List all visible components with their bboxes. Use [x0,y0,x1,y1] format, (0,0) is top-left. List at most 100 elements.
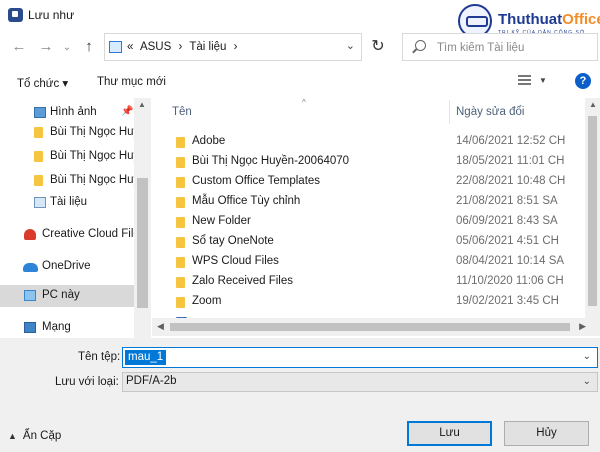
recent-locations-chevron-icon[interactable]: ⌄ [58,39,76,57]
navigation-pane: Hình ảnh 📌 Bùi Thị Ngọc Huyền Bùi Thị Ng… [0,98,152,338]
file-date: 18/05/2021 11:01 CH [456,155,565,167]
nav-item-label: PC này [42,289,80,301]
column-header-name[interactable]: Tên [172,106,192,118]
help-icon[interactable]: ? [575,73,591,89]
search-input[interactable] [437,39,587,56]
file-name: New Folder [192,215,251,227]
file-name: Zalo Received Files [192,275,293,287]
scrollbar-thumb[interactable] [137,178,148,308]
nav-item-label: OneDrive [42,260,91,272]
nav-item-label: Bùi Thị Ngọc Huyền [50,126,134,138]
view-options-icon[interactable] [518,75,531,87]
breadcrumb-overflow[interactable]: « [127,41,133,53]
scroll-right-icon[interactable]: ▶ [579,321,586,332]
forward-arrow-icon[interactable]: → [37,38,55,56]
scrollbar-thumb[interactable] [588,116,597,306]
file-row[interactable]: WPS Cloud Files 08/04/2021 10:14 SA [166,252,572,272]
breadcrumb-asus[interactable]: ASUS [140,41,171,53]
save-as-type-select[interactable]: PDF/A-2b ⌄ [122,372,598,392]
folder-icon [176,237,185,248]
filename-dropdown-icon[interactable]: ⌄ [583,351,591,362]
column-header-date-modified[interactable]: Ngày sửa đổi [456,106,524,118]
file-name: Custom Office Templates [192,175,321,187]
file-row[interactable]: Zoom 19/02/2021 3:45 CH [166,292,572,312]
breadcrumb: « ASUS › Tài liệu › [127,41,241,53]
back-arrow-icon[interactable]: ← [10,38,28,56]
document-icon [34,197,46,208]
file-list-horizontal-scrollbar[interactable]: ◀ ▶ [152,318,600,336]
column-divider[interactable] [449,100,450,124]
nav-item-label: Tài liệu [50,196,88,208]
file-row[interactable]: Custom Office Templates 22/08/2021 10:48… [166,172,572,192]
file-row[interactable]: Sổ tay OneNote 05/06/2021 4:51 CH [166,232,572,252]
save-options-pane: Tên tệp: mau_1 ⌄ Lưu với loại: PDF/A-2b … [0,338,600,452]
organize-button[interactable]: Tổ chức ▾ [17,76,68,90]
file-name: Mẫu Office Tùy chỉnh [192,195,301,207]
up-arrow-icon[interactable]: ↑ [80,38,98,56]
nav-item-label: Bùi Thị Ngọc Huyền [50,150,134,162]
folder-icon [176,137,185,148]
scrollbar-thumb[interactable] [170,323,570,331]
search-icon [415,40,426,51]
nav-item-onedrive[interactable]: OneDrive [0,256,134,278]
file-row[interactable]: New Folder 06/09/2021 8:43 SA [166,212,572,232]
nav-item-label: Mạng [42,321,71,333]
hide-folders-toggle[interactable]: ▲ Ẩn Cặp [8,430,61,442]
nav-item-creative-cloud[interactable]: Creative Cloud Files [0,224,134,246]
file-date: 08/04/2021 10:14 SA [456,255,565,267]
title-bar: Lưu như ThuthuatOffice TRI KỸ CỦA DÂN CÔ… [0,0,600,38]
breadcrumb-documents[interactable]: Tài liệu [189,41,226,53]
breadcrumb-separator[interactable]: › [234,41,238,53]
nav-item-label: Hình ảnh [50,106,97,118]
address-bar[interactable]: « ASUS › Tài liệu › ⌄ [104,33,362,61]
nav-item-folder[interactable]: Bùi Thị Ngọc Huyền [0,146,134,168]
save-as-type-value: PDF/A-2b [126,375,177,387]
navigation-scrollbar[interactable]: ▲ [134,98,151,338]
file-date: 11/10/2020 11:06 CH [456,275,564,287]
file-row[interactable]: Adobe 14/06/2021 12:52 CH [166,132,572,152]
file-name: Bùi Thị Ngọc Huyền-20064070 [192,155,350,167]
file-name: Sổ tay OneNote [192,235,274,247]
save-button[interactable]: Lưu [407,421,492,446]
filename-selected-text[interactable]: mau_1 [125,350,167,365]
search-box[interactable] [402,33,598,61]
folder-icon [176,297,185,308]
scroll-left-icon[interactable]: ◀ [157,321,164,332]
nav-item-folder[interactable]: Bùi Thị Ngọc Huyền [0,170,134,192]
nav-item-network[interactable]: Mạng [0,317,134,338]
scroll-up-icon[interactable]: ▲ [138,100,146,109]
folder-icon [34,127,43,138]
refresh-icon[interactable]: ↻ [364,33,392,61]
file-name: WPS Cloud Files [192,255,279,267]
folder-icon [176,157,185,168]
hide-folders-label: Ẩn Cặp [22,430,62,442]
file-row[interactable]: Mẫu Office Tùy chỉnh 21/08/2021 8:51 SA [166,192,572,212]
view-dropdown-icon[interactable]: ▼ [539,76,547,85]
address-dropdown-icon[interactable]: ⌄ [346,39,355,52]
file-name: Zoom [192,295,222,307]
folder-icon [176,197,185,208]
file-row[interactable]: Bùi Thị Ngọc Huyền-20064070 18/05/2021 1… [166,152,572,172]
cancel-button[interactable]: Hủy [504,421,589,446]
pin-icon[interactable]: 📌 [121,106,133,117]
nav-item-this-pc[interactable]: PC này [0,285,134,307]
type-dropdown-icon[interactable]: ⌄ [583,376,591,387]
network-icon [24,322,36,333]
chevron-up-icon: ▲ [8,431,17,441]
breadcrumb-separator[interactable]: › [179,41,183,53]
folder-icon [176,177,185,188]
folder-icon [176,277,185,288]
file-list: ^ Tên Ngày sửa đổi Adobe 14/06/2021 12:5… [152,98,600,338]
file-row[interactable]: Zalo Received Files 11/10/2020 11:06 CH [166,272,572,292]
file-name: Adobe [192,135,226,147]
nav-item-pictures[interactable]: Hình ảnh 📌 [0,102,134,124]
scroll-up-icon[interactable]: ▲ [589,100,597,109]
filename-label: Tên tệp: [78,351,121,363]
creative-cloud-icon [24,229,36,240]
sort-ascending-icon: ^ [302,98,306,107]
nav-item-folder[interactable]: Bùi Thị Ngọc Huyền [0,122,134,144]
nav-item-documents[interactable]: Tài liệu [0,192,134,214]
file-list-vertical-scrollbar[interactable]: ▲ [585,98,600,318]
filename-field[interactable]: mau_1 ⌄ [122,347,598,368]
new-folder-button[interactable]: Thư mục mới [97,76,166,88]
